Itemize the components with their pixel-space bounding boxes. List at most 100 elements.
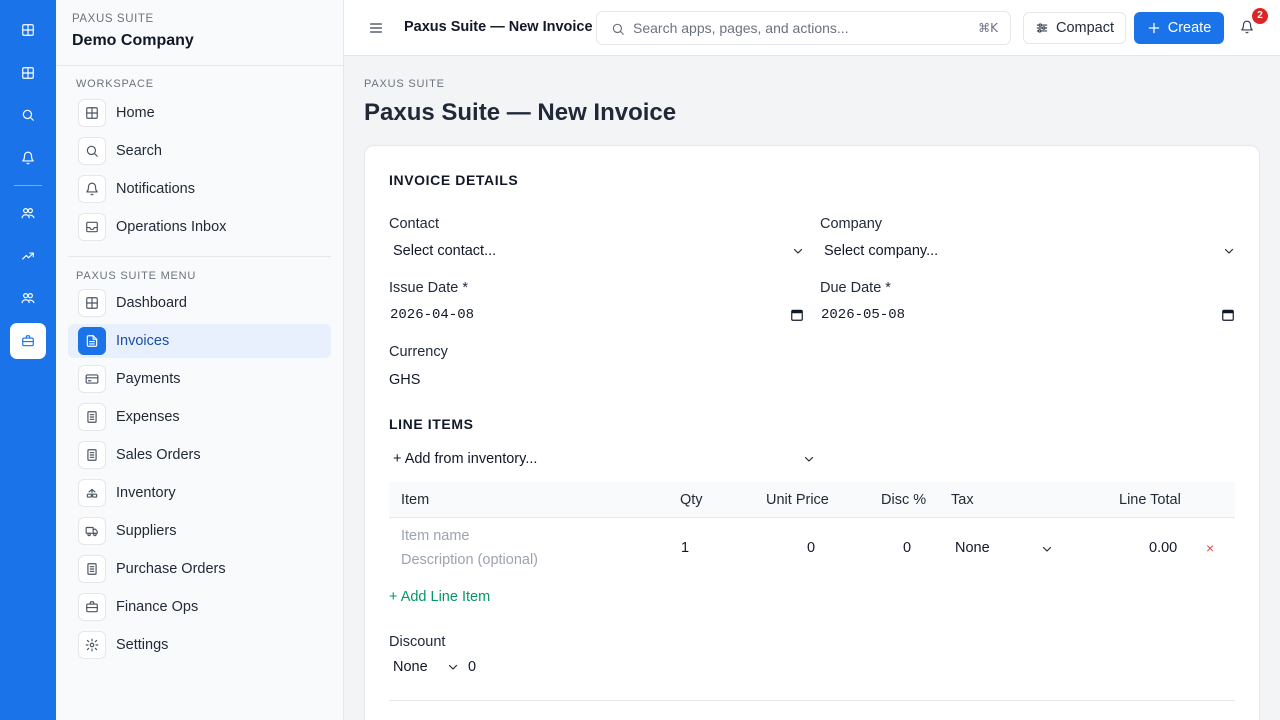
discount-type-select[interactable]: None <box>389 656 459 678</box>
rail-notifications-button[interactable] <box>10 140 46 176</box>
issue-date-input[interactable]: 2026-04-08 <box>389 303 804 327</box>
currency-field[interactable]: GHS <box>389 368 589 392</box>
sidebar-item-home[interactable]: Home <box>68 96 331 130</box>
inbox-icon <box>85 220 99 234</box>
search-icon <box>21 108 35 122</box>
rail-divider <box>14 185 42 186</box>
discount-percent-input[interactable]: 0 <box>903 540 911 556</box>
company-name[interactable]: Demo Company <box>72 32 327 50</box>
page-title: Paxus Suite — New Invoice <box>364 99 677 126</box>
column-header-line-total: Line Total <box>1119 492 1181 508</box>
qty-input[interactable]: 1 <box>681 540 689 556</box>
sidebar-item-invoices[interactable]: Invoices <box>68 324 331 358</box>
sidebar-item-notifications[interactable]: Notifications <box>68 172 331 206</box>
sidebar-item-label: Operations Inbox <box>116 219 227 235</box>
bell-icon <box>1240 20 1254 34</box>
sidebar-item-payments[interactable]: Payments <box>68 362 331 396</box>
rail-apps-button[interactable] <box>10 55 46 91</box>
sidebar-item-label: Search <box>116 143 162 159</box>
search-input[interactable] <box>633 13 963 43</box>
line-items-table: Item Qty Unit Price Disc % Tax Line Tota… <box>389 482 1235 582</box>
rail-sales-button[interactable] <box>10 238 46 274</box>
global-search[interactable]: ⌘K <box>596 11 1011 45</box>
discount-label: Discount <box>389 634 446 650</box>
rail-search-button[interactable] <box>10 97 46 133</box>
menu-toggle-button[interactable] <box>368 20 384 36</box>
top-header: Paxus Suite — New Invoice ⌘K Compact Cre… <box>344 0 1280 56</box>
sidebar-item-operations-inbox[interactable]: Operations Inbox <box>68 210 331 244</box>
currency-label: Currency <box>389 344 448 360</box>
sidebar-item-label: Invoices <box>116 333 170 349</box>
users-icon <box>21 206 35 220</box>
discount-amount-input[interactable]: 0 <box>468 656 548 678</box>
sidebar-item-sales-orders[interactable]: Sales Orders <box>68 438 331 472</box>
sidebar-item-dashboard[interactable]: Dashboard <box>68 286 331 320</box>
users-icon <box>21 291 35 305</box>
calendar-icon[interactable] <box>1221 308 1235 322</box>
company-select[interactable]: Select company... <box>820 239 1235 263</box>
trending-up-icon <box>21 249 35 263</box>
grid-icon <box>85 296 99 310</box>
sidebar-item-finance-ops[interactable]: Finance Ops <box>68 590 331 624</box>
bell-icon <box>21 151 35 165</box>
credit-card-icon <box>85 372 99 386</box>
sidebar-item-label: Suppliers <box>116 523 177 539</box>
due-date-value: 2026-05-08 <box>821 307 906 323</box>
create-button-label: Create <box>1167 20 1212 36</box>
contact-select[interactable]: Select contact... <box>389 239 804 263</box>
sidebar-item-expenses[interactable]: Expenses <box>68 400 331 434</box>
invoice-form-card: INVOICE DETAILS Contact Select contact..… <box>364 145 1260 720</box>
sidebar-item-search[interactable]: Search <box>68 134 331 168</box>
compact-button-label: Compact <box>1055 20 1115 36</box>
company-label: Company <box>820 216 883 232</box>
remove-line-item-button[interactable]: × <box>1206 540 1214 556</box>
sidebar-divider <box>68 256 331 257</box>
search-shortcut: ⌘K <box>978 21 998 35</box>
workspace-section-label: WORKSPACE <box>76 78 154 90</box>
chevron-down-icon <box>803 453 815 465</box>
notifications-button[interactable] <box>1240 20 1256 36</box>
sidebar-item-label: Expenses <box>116 409 180 425</box>
breadcrumb[interactable]: PAXUS SUITE <box>364 78 445 90</box>
header-title: Paxus Suite — New Invoice <box>404 19 593 35</box>
create-button[interactable]: Create <box>1134 12 1224 44</box>
table-header: Item Qty Unit Price Disc % Tax Line Tota… <box>389 482 1235 518</box>
briefcase-icon <box>85 600 99 614</box>
add-from-inventory-select[interactable]: + Add from inventory... <box>389 447 815 471</box>
rail-finance-button[interactable] <box>10 322 46 359</box>
sidebar-item-inventory[interactable]: Inventory <box>68 476 331 510</box>
plus-icon <box>1147 21 1161 35</box>
unit-price-input[interactable]: 0 <box>807 540 815 556</box>
calendar-icon[interactable] <box>790 308 804 322</box>
item-description-input[interactable]: Description (optional) <box>401 552 538 568</box>
sidebar-item-label: Notifications <box>116 181 195 197</box>
due-date-input[interactable]: 2026-05-08 <box>820 303 1235 327</box>
sidebar: PAXUS SUITE Demo Company WORKSPACE Home … <box>56 0 344 720</box>
search-icon <box>611 22 625 36</box>
contact-label: Contact <box>389 216 439 232</box>
receipt-icon <box>85 410 99 424</box>
sidebar-item-suppliers[interactable]: Suppliers <box>68 514 331 548</box>
line-total-value: 0.00 <box>1149 540 1178 556</box>
column-header-tax: Tax <box>951 492 974 508</box>
tax-select-value: None <box>955 540 990 556</box>
discount-amount-value: 0 <box>468 659 477 675</box>
tax-select[interactable]: None <box>951 540 1053 560</box>
rail-contacts-button[interactable] <box>10 195 46 231</box>
chevron-down-icon <box>1041 543 1053 555</box>
rail-dashboard-button[interactable] <box>10 12 46 48</box>
discount-type-value: None <box>393 659 428 675</box>
notification-count-badge: 2 <box>1252 8 1268 24</box>
column-header-unit-price: Unit Price <box>766 492 829 508</box>
rail-team-button[interactable] <box>10 280 46 316</box>
column-header-item: Item <box>401 492 430 508</box>
suite-menu-nav: Dashboard Invoices Payments Expenses Sal… <box>56 286 343 662</box>
sidebar-item-settings[interactable]: Settings <box>68 628 331 662</box>
compact-toggle-button[interactable]: Compact <box>1023 12 1126 44</box>
item-name-input[interactable]: Item name <box>401 528 470 544</box>
add-line-item-button[interactable]: + Add Line Item <box>389 589 490 605</box>
add-from-inventory-label: + Add from inventory... <box>393 451 538 467</box>
sidebar-item-purchase-orders[interactable]: Purchase Orders <box>68 552 331 586</box>
workspace-nav: Home Search Notifications Operations Inb… <box>56 96 343 244</box>
bell-icon <box>85 182 99 196</box>
